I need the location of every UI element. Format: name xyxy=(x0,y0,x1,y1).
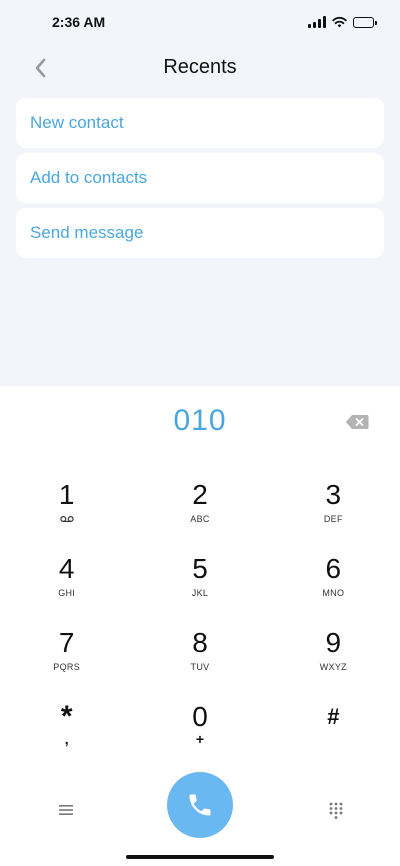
keypad-toggle-button[interactable] xyxy=(322,796,350,824)
new-contact-button[interactable]: New contact xyxy=(16,98,384,148)
key-star[interactable]: * , xyxy=(0,700,133,774)
dialpad-bottom-bar xyxy=(0,772,400,852)
key-letters: TUV xyxy=(190,662,210,672)
wifi-icon xyxy=(332,16,347,28)
key-letters: + xyxy=(195,731,205,747)
key-digit: 4 xyxy=(58,553,75,584)
key-digit: * xyxy=(60,700,73,733)
key-4[interactable]: 4 GHI xyxy=(0,552,133,626)
status-time: 2:36 AM xyxy=(52,14,106,30)
action-list: New contact Add to contacts Send message xyxy=(16,98,384,263)
header: Recents xyxy=(0,44,400,92)
key-letters: , xyxy=(64,731,69,747)
key-digit: 5 xyxy=(192,553,208,584)
keypad: 1 2 ABC 3 DEF 4 GHI 5 JKL 6 MNO 7 PQRS 8… xyxy=(0,478,400,774)
key-8[interactable]: 8 TUV xyxy=(133,626,266,700)
page-title: Recents xyxy=(163,56,237,78)
menu-button[interactable] xyxy=(52,796,80,824)
key-letters: DEF xyxy=(323,514,343,524)
key-letters: WXYZ xyxy=(319,662,347,672)
signal-icon xyxy=(308,16,326,28)
key-digit: 0 xyxy=(192,701,208,732)
status-icons xyxy=(308,16,377,28)
dialed-number: 010 xyxy=(173,404,227,437)
key-hash[interactable]: # xyxy=(267,700,400,774)
key-3[interactable]: 3 DEF xyxy=(267,478,400,552)
key-digit: # xyxy=(327,704,340,729)
key-6[interactable]: 6 MNO xyxy=(267,552,400,626)
key-5[interactable]: 5 JKL xyxy=(133,552,266,626)
key-7[interactable]: 7 PQRS xyxy=(0,626,133,700)
key-0[interactable]: 0 + xyxy=(133,700,266,774)
key-digit: 7 xyxy=(58,627,75,658)
key-1[interactable]: 1 xyxy=(0,478,133,552)
key-letters: MNO xyxy=(322,588,345,598)
battery-icon xyxy=(353,16,377,28)
send-message-button[interactable]: Send message xyxy=(16,208,384,258)
key-letters: GHI xyxy=(58,588,76,598)
key-2[interactable]: 2 ABC xyxy=(133,478,266,552)
key-digit: 9 xyxy=(325,627,342,658)
phone-icon xyxy=(189,794,211,816)
key-9[interactable]: 9 WXYZ xyxy=(267,626,400,700)
home-indicator xyxy=(126,855,274,859)
backspace-icon xyxy=(345,415,369,429)
key-digit: 2 xyxy=(192,479,208,510)
dialpad: 010 1 2 ABC 3 DEF 4 GHI 5 JKL 6 MNO 7 PQ… xyxy=(0,386,400,866)
menu-icon xyxy=(59,805,73,815)
add-to-contacts-button[interactable]: Add to contacts xyxy=(16,153,384,203)
key-digit: 8 xyxy=(192,627,208,658)
call-button[interactable] xyxy=(167,772,233,838)
keypad-icon xyxy=(329,802,343,819)
key-digit: 6 xyxy=(325,553,342,584)
key-letters: PQRS xyxy=(53,662,81,672)
key-letters: JKL xyxy=(191,588,209,598)
voicemail-icon xyxy=(59,515,74,523)
key-letters: ABC xyxy=(190,514,210,524)
backspace-button[interactable] xyxy=(344,412,370,432)
key-digit: 3 xyxy=(325,479,342,510)
status-bar: 2:36 AM xyxy=(0,0,400,44)
key-digit: 1 xyxy=(58,479,75,510)
